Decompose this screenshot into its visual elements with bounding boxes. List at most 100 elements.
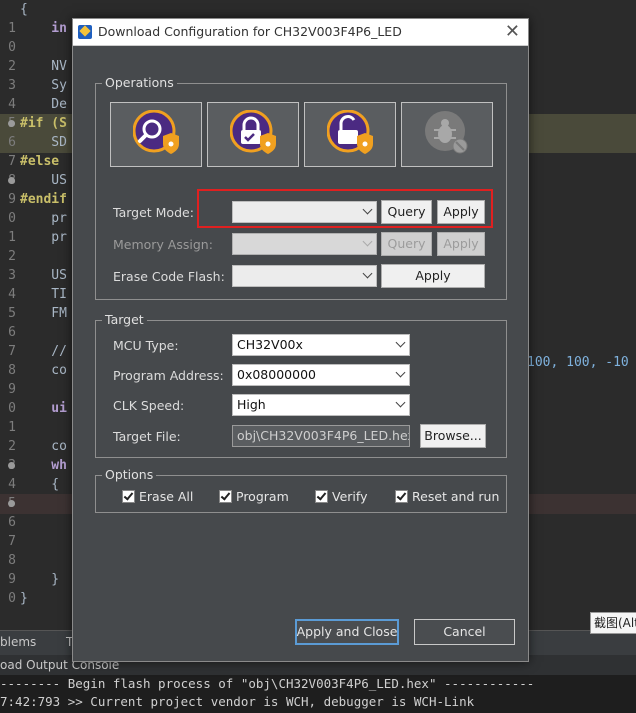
line-number: 5 bbox=[8, 306, 16, 321]
line-number: 7 bbox=[8, 344, 16, 359]
line-number: 0 bbox=[8, 211, 16, 226]
line-number: 6 bbox=[8, 515, 16, 530]
code-text: SD bbox=[20, 135, 67, 150]
line-number: 2 bbox=[8, 249, 16, 264]
line-number: 2 bbox=[8, 439, 16, 454]
line-number: 6 bbox=[8, 135, 16, 150]
program-address-label: Program Address: bbox=[113, 368, 224, 383]
search-shield-icon bbox=[133, 110, 179, 154]
verify-checkbox[interactable]: Verify bbox=[315, 489, 367, 504]
browse-button[interactable]: Browse... bbox=[420, 424, 486, 448]
line-number: 8 bbox=[8, 363, 16, 378]
bug-disabled-icon bbox=[425, 111, 468, 154]
target-file-label: Target File: bbox=[113, 429, 181, 444]
erase-code-flash-select[interactable] bbox=[232, 265, 377, 287]
line-number: 4 bbox=[8, 97, 16, 112]
code-text: co bbox=[20, 439, 67, 454]
operations-group-label: Operations bbox=[102, 75, 177, 90]
target-file-field[interactable]: obj\CH32V003F4P6_LED.hex bbox=[232, 425, 410, 447]
code-text: FM bbox=[20, 306, 67, 321]
lock-chip-button[interactable] bbox=[207, 102, 299, 167]
chevron-down-icon bbox=[395, 337, 406, 348]
mcu-type-select[interactable]: CH32V00x bbox=[232, 334, 410, 356]
apply-and-close-button[interactable]: Apply and Close bbox=[295, 619, 399, 645]
clk-speed-select[interactable]: High bbox=[232, 394, 410, 416]
console-line: 7:42:793 >> Current project vendor is WC… bbox=[0, 694, 475, 709]
chevron-down-icon bbox=[395, 367, 406, 378]
app-logo-icon bbox=[78, 25, 92, 39]
debug-disabled-button[interactable] bbox=[401, 102, 493, 167]
line-number: 3 bbox=[8, 268, 16, 283]
code-text: { bbox=[20, 2, 28, 17]
code-text: US bbox=[20, 173, 67, 188]
line-number: 7 bbox=[8, 534, 16, 549]
code-text: } bbox=[20, 572, 60, 587]
dialog-titlebar[interactable]: Download Configuration for CH32V003F4P6_… bbox=[73, 19, 528, 46]
code-text: in bbox=[20, 21, 67, 36]
line-number: 3 bbox=[8, 78, 16, 93]
options-group: Options Erase All Program Verify Reset a… bbox=[95, 467, 507, 513]
line-number: 0 bbox=[8, 401, 16, 416]
code-text: NV bbox=[20, 59, 67, 74]
erase-code-flash-label: Erase Code Flash: bbox=[113, 269, 225, 284]
console-line: -------- Begin flash process of "obj\CH3… bbox=[0, 676, 535, 691]
program-checkbox[interactable]: Program bbox=[219, 489, 289, 504]
checkbox-checked-icon bbox=[315, 490, 328, 503]
fold-marker-icon[interactable] bbox=[8, 120, 15, 127]
code-text: // bbox=[20, 344, 67, 359]
memory-assign-apply-button[interactable]: Apply bbox=[437, 232, 485, 256]
memory-assign-query-button[interactable]: Query bbox=[381, 232, 432, 256]
dialog-title: Download Configuration for CH32V003F4P6_… bbox=[98, 24, 402, 39]
fold-marker-icon[interactable] bbox=[8, 462, 15, 469]
line-number: 9 bbox=[8, 572, 16, 587]
cancel-button[interactable]: Cancel bbox=[414, 619, 515, 645]
code-text: De bbox=[20, 97, 67, 112]
checkbox-checked-icon bbox=[219, 490, 232, 503]
target-group: Target MCU Type: CH32V00x Program Addres… bbox=[95, 312, 507, 458]
target-group-label: Target bbox=[102, 312, 147, 327]
lock-shield-icon bbox=[230, 110, 276, 154]
code-text: } bbox=[20, 591, 28, 606]
fold-marker-icon[interactable] bbox=[8, 177, 15, 184]
code-text: #if (S bbox=[20, 116, 67, 131]
screenshot-tooltip: 截图(Alt bbox=[590, 612, 636, 634]
code-text: TI bbox=[20, 287, 67, 302]
code-text: wh bbox=[20, 458, 67, 473]
target-mode-label: Target Mode: bbox=[113, 205, 194, 220]
line-number: 1 bbox=[8, 230, 16, 245]
close-icon[interactable]: ✕ bbox=[505, 21, 520, 42]
chevron-down-icon bbox=[362, 236, 373, 247]
chevron-down-icon bbox=[395, 397, 406, 408]
query-chip-button[interactable] bbox=[110, 102, 202, 167]
tab-problems[interactable]: blems bbox=[0, 635, 36, 649]
code-text: pr bbox=[20, 211, 67, 226]
erase-code-flash-apply-button[interactable]: Apply bbox=[381, 264, 485, 288]
line-number: 1 bbox=[8, 420, 16, 435]
chevron-down-icon bbox=[362, 268, 373, 279]
line-number: 0 bbox=[8, 40, 16, 55]
code-text: pr bbox=[20, 230, 67, 245]
options-group-label: Options bbox=[102, 467, 157, 482]
mcu-type-label: MCU Type: bbox=[113, 338, 179, 353]
code-text: co bbox=[20, 363, 67, 378]
reset-and-run-checkbox[interactable]: Reset and run bbox=[395, 489, 499, 504]
line-number: 0 bbox=[8, 591, 16, 606]
code-text: #endif bbox=[20, 192, 67, 207]
line-number: 9 bbox=[8, 382, 16, 397]
unlock-shield-icon bbox=[327, 110, 373, 154]
editor-line[interactable]: { bbox=[0, 0, 636, 20]
erase-all-checkbox[interactable]: Erase All bbox=[122, 489, 193, 504]
fold-marker-icon[interactable] bbox=[8, 500, 15, 507]
download-configuration-dialog: Download Configuration for CH32V003F4P6_… bbox=[72, 18, 529, 662]
checkbox-checked-icon bbox=[122, 490, 135, 503]
program-address-select[interactable]: 0x08000000 bbox=[232, 364, 410, 386]
memory-assign-select[interactable] bbox=[232, 233, 377, 255]
line-number: 1 bbox=[8, 21, 16, 36]
code-fragment-right: 100, 100, -10 bbox=[527, 355, 629, 370]
code-text: US bbox=[20, 268, 67, 283]
unlock-chip-button[interactable] bbox=[304, 102, 396, 167]
target-mode-highlight-box bbox=[197, 189, 493, 228]
line-number: 4 bbox=[8, 287, 16, 302]
code-text: Sy bbox=[20, 78, 67, 93]
checkbox-checked-icon bbox=[395, 490, 408, 503]
